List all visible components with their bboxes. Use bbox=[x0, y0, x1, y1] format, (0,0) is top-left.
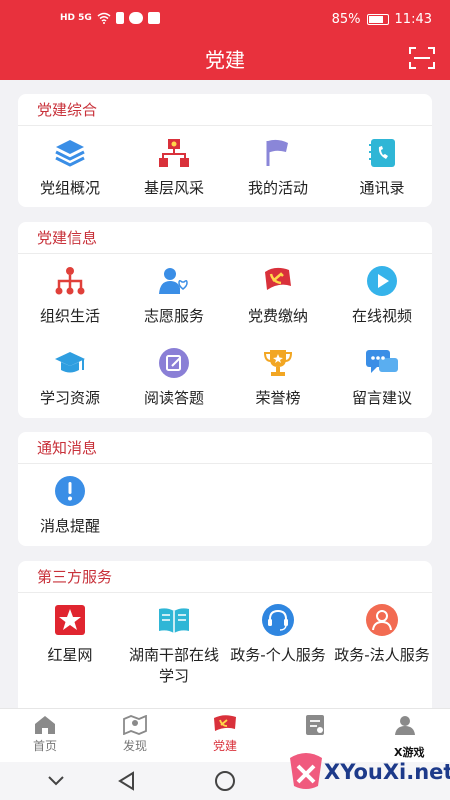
flag-icon bbox=[261, 136, 295, 170]
item-label: 湖南干部在线学习 bbox=[129, 646, 220, 685]
chat-bubbles-icon bbox=[365, 346, 399, 380]
section-title: 第三方服务 bbox=[37, 568, 113, 586]
section-title: 党建信息 bbox=[37, 229, 98, 247]
item-reading-quiz[interactable]: 阅读答题 bbox=[122, 346, 226, 409]
item-label: 基层风采 bbox=[143, 179, 204, 197]
tab-home[interactable]: 首页 bbox=[0, 713, 90, 754]
item-party-overview[interactable]: 党组概况 bbox=[18, 136, 122, 199]
section-title: 通知消息 bbox=[37, 439, 98, 457]
edit-note-icon bbox=[157, 346, 191, 380]
headset-icon bbox=[261, 603, 295, 637]
item-honor-roll[interactable]: 荣誉榜 bbox=[226, 346, 330, 409]
tab-label: 发现 bbox=[122, 739, 147, 753]
item-gov-legal[interactable]: 政务-法人服务 bbox=[330, 603, 434, 666]
tiktok-icon bbox=[147, 12, 160, 24]
battery-icon bbox=[366, 14, 389, 25]
item-label: 留言建议 bbox=[351, 389, 412, 407]
trophy-icon bbox=[261, 346, 295, 380]
section-party-info: 党建信息 组织生活 志愿服务 党费缴纳 在线视频 学习资源 阅读答题 荣誉榜 留… bbox=[18, 222, 432, 418]
item-label: 红星网 bbox=[47, 646, 93, 664]
graduation-cap-icon bbox=[53, 346, 87, 380]
item-label: 党费缴纳 bbox=[247, 307, 308, 325]
divider bbox=[18, 463, 432, 464]
item-message-alert[interactable]: 消息提醒 bbox=[18, 474, 122, 537]
layers-icon bbox=[53, 136, 87, 170]
item-red-star-net[interactable]: 红星网 bbox=[18, 603, 122, 666]
divider bbox=[18, 125, 432, 126]
play-icon bbox=[365, 264, 399, 298]
wifi-icon bbox=[97, 12, 111, 24]
status-icons: HD 5G bbox=[60, 12, 160, 24]
tab-party-building[interactable]: 党建 bbox=[180, 713, 270, 754]
alert-icon bbox=[53, 474, 87, 508]
collapse-chevron-icon[interactable] bbox=[46, 770, 66, 790]
item-label: 荣誉榜 bbox=[255, 389, 301, 407]
status-bar: HD 5G 85% 11:43 bbox=[0, 0, 450, 40]
section-notifications: 通知消息 消息提醒 bbox=[18, 432, 432, 546]
item-label: 在线视频 bbox=[351, 307, 412, 325]
map-pin-icon bbox=[90, 713, 180, 737]
item-volunteer[interactable]: 志愿服务 bbox=[122, 264, 226, 327]
clock: 11:43 bbox=[394, 12, 432, 27]
item-label: 学习资源 bbox=[39, 389, 100, 407]
message-icon bbox=[128, 12, 143, 24]
item-label: 阅读答题 bbox=[143, 389, 204, 407]
item-my-activities[interactable]: 我的活动 bbox=[226, 136, 330, 199]
book-icon bbox=[157, 603, 191, 637]
notification-icon bbox=[115, 12, 124, 24]
signal-label: HD 5G bbox=[60, 13, 92, 23]
section-title: 党建综合 bbox=[37, 101, 98, 119]
person-icon bbox=[365, 603, 399, 637]
item-contacts[interactable]: 通讯录 bbox=[330, 136, 434, 199]
item-learning-resources[interactable]: 学习资源 bbox=[18, 346, 122, 409]
tab-label: 党建 bbox=[212, 739, 237, 753]
tab-label: 首页 bbox=[32, 739, 57, 753]
page-title: 党建 bbox=[205, 48, 245, 72]
divider bbox=[18, 592, 432, 593]
divider bbox=[18, 253, 432, 254]
item-grassroots[interactable]: 基层风采 bbox=[122, 136, 226, 199]
party-emblem-icon bbox=[261, 264, 295, 298]
item-label: 组织生活 bbox=[39, 307, 100, 325]
scan-frame-icon[interactable] bbox=[408, 46, 436, 70]
home-icon bbox=[0, 713, 90, 737]
party-flag-icon bbox=[180, 713, 270, 737]
contacts-phone-icon bbox=[365, 136, 399, 170]
item-label: 通讯录 bbox=[359, 179, 405, 197]
org-party-icon bbox=[157, 136, 191, 170]
battery-percent: 85% bbox=[331, 12, 361, 27]
org-tree-icon bbox=[53, 264, 87, 298]
item-org-life[interactable]: 组织生活 bbox=[18, 264, 122, 327]
watermark-small: X游戏 bbox=[394, 746, 425, 759]
item-label: 党组概况 bbox=[39, 179, 100, 197]
item-label: 我的活动 bbox=[247, 179, 308, 197]
item-suggestions[interactable]: 留言建议 bbox=[330, 346, 434, 409]
item-gov-personal[interactable]: 政务-个人服务 bbox=[226, 603, 330, 666]
section-party-overview: 党建综合 党组概况 基层风采 我的活动 通讯录 bbox=[18, 94, 432, 207]
item-label: 政务-法人服务 bbox=[334, 646, 430, 664]
item-label: 志愿服务 bbox=[143, 307, 204, 325]
red-star-icon bbox=[53, 603, 87, 637]
header: 党建 bbox=[0, 40, 450, 80]
back-icon[interactable] bbox=[116, 770, 138, 792]
section-third-party: 第三方服务 红星网 湖南干部在线学习 政务-个人服务 政务-法人服务 bbox=[18, 561, 432, 731]
item-party-fee[interactable]: 党费缴纳 bbox=[226, 264, 330, 327]
volunteer-icon bbox=[157, 264, 191, 298]
watermark-text: XYouXi.net bbox=[324, 760, 450, 784]
item-online-video[interactable]: 在线视频 bbox=[330, 264, 434, 327]
watermark: X游戏 XYouXi.net bbox=[282, 730, 450, 796]
item-label: 政务-个人服务 bbox=[230, 646, 326, 664]
tab-discover[interactable]: 发现 bbox=[90, 713, 180, 754]
gamepad-logo-icon bbox=[290, 753, 322, 789]
home-button-icon[interactable] bbox=[214, 770, 236, 792]
item-hunan-cadre-learning[interactable]: 湖南干部在线学习 bbox=[122, 603, 226, 687]
item-label: 消息提醒 bbox=[39, 517, 100, 535]
